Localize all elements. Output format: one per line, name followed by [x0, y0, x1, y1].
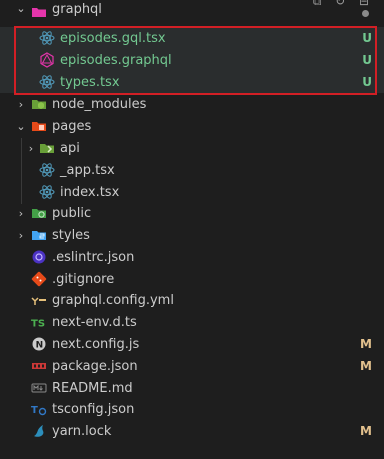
folder-label: api	[60, 140, 80, 156]
chevron-right-icon: ›	[18, 97, 24, 111]
chevron-right-icon: ›	[18, 206, 24, 220]
folder-label: styles	[52, 227, 90, 243]
chevron-right-icon: ›	[18, 228, 24, 242]
nextjs-icon: N	[31, 336, 47, 352]
tsconfig-icon: T	[31, 401, 47, 417]
folder-public[interactable]: › public	[0, 202, 384, 224]
folder-label: node_modules	[52, 96, 147, 112]
folder-node-icon	[31, 96, 47, 112]
folder-label: graphql	[52, 2, 102, 17]
folder-label: pages	[52, 118, 92, 134]
file-row[interactable]: _app.tsx	[0, 159, 384, 181]
folder-public-icon	[31, 205, 47, 221]
yarn-icon	[31, 423, 47, 439]
file-row[interactable]: TS next-env.d.ts	[0, 311, 384, 333]
typescript-def-icon: TS	[31, 314, 47, 330]
git-status-badge: M	[360, 424, 372, 438]
folder-graphql[interactable]: ⌄ graphql	[0, 2, 384, 22]
modified-dot-icon	[362, 10, 369, 17]
file-label: next.config.js	[52, 336, 140, 352]
folder-api-icon	[39, 140, 55, 156]
folder-label: public	[52, 205, 92, 221]
file-row[interactable]: yarn.lock M	[0, 420, 384, 442]
file-row[interactable]: T tsconfig.json	[0, 398, 384, 420]
folder-styles[interactable]: › styles	[0, 224, 384, 246]
file-label: yarn.lock	[52, 423, 112, 439]
git-status-badge: M	[360, 337, 372, 351]
file-row[interactable]: .gitignore	[0, 268, 384, 290]
file-row[interactable]: package.json M	[0, 355, 384, 377]
npm-icon	[31, 358, 47, 374]
file-label: README.md	[52, 380, 133, 396]
file-row[interactable]: .eslintrc.json	[0, 246, 384, 268]
folder-node-modules[interactable]: › node_modules	[0, 93, 384, 115]
yaml-icon	[31, 292, 47, 308]
svg-text:T: T	[31, 405, 38, 416]
file-label: tsconfig.json	[52, 401, 135, 417]
file-label: graphql.config.yml	[52, 292, 174, 308]
file-label: .eslintrc.json	[52, 249, 135, 265]
svg-text:N: N	[36, 341, 44, 351]
file-label: index.tsx	[60, 184, 120, 200]
file-row[interactable]: README.md	[0, 377, 384, 399]
folder-graphql-icon	[31, 4, 47, 20]
react-icon	[39, 162, 55, 178]
react-icon	[39, 184, 55, 200]
folder-pages-icon	[31, 118, 47, 134]
file-label: _app.tsx	[60, 162, 115, 178]
file-row[interactable]: graphql.config.yml	[0, 289, 384, 311]
file-row[interactable]: N next.config.js M	[0, 333, 384, 355]
eslint-icon	[31, 249, 47, 265]
git-icon	[31, 271, 47, 287]
file-row[interactable]: index.tsx	[0, 181, 384, 203]
svg-text:TS: TS	[31, 319, 45, 330]
markdown-icon	[31, 380, 47, 396]
git-status-badge: M	[360, 359, 372, 373]
file-label: package.json	[52, 358, 138, 374]
chevron-right-icon: ›	[28, 141, 34, 155]
folder-api[interactable]: › api	[0, 137, 384, 159]
chevron-down-icon: ⌄	[16, 2, 26, 15]
highlight-box	[14, 26, 377, 95]
file-label: next-env.d.ts	[52, 314, 137, 330]
folder-pages[interactable]: ⌄ pages	[0, 115, 384, 137]
folder-styles-icon	[31, 227, 47, 243]
chevron-down-icon: ⌄	[16, 119, 26, 133]
file-label: .gitignore	[52, 271, 115, 287]
